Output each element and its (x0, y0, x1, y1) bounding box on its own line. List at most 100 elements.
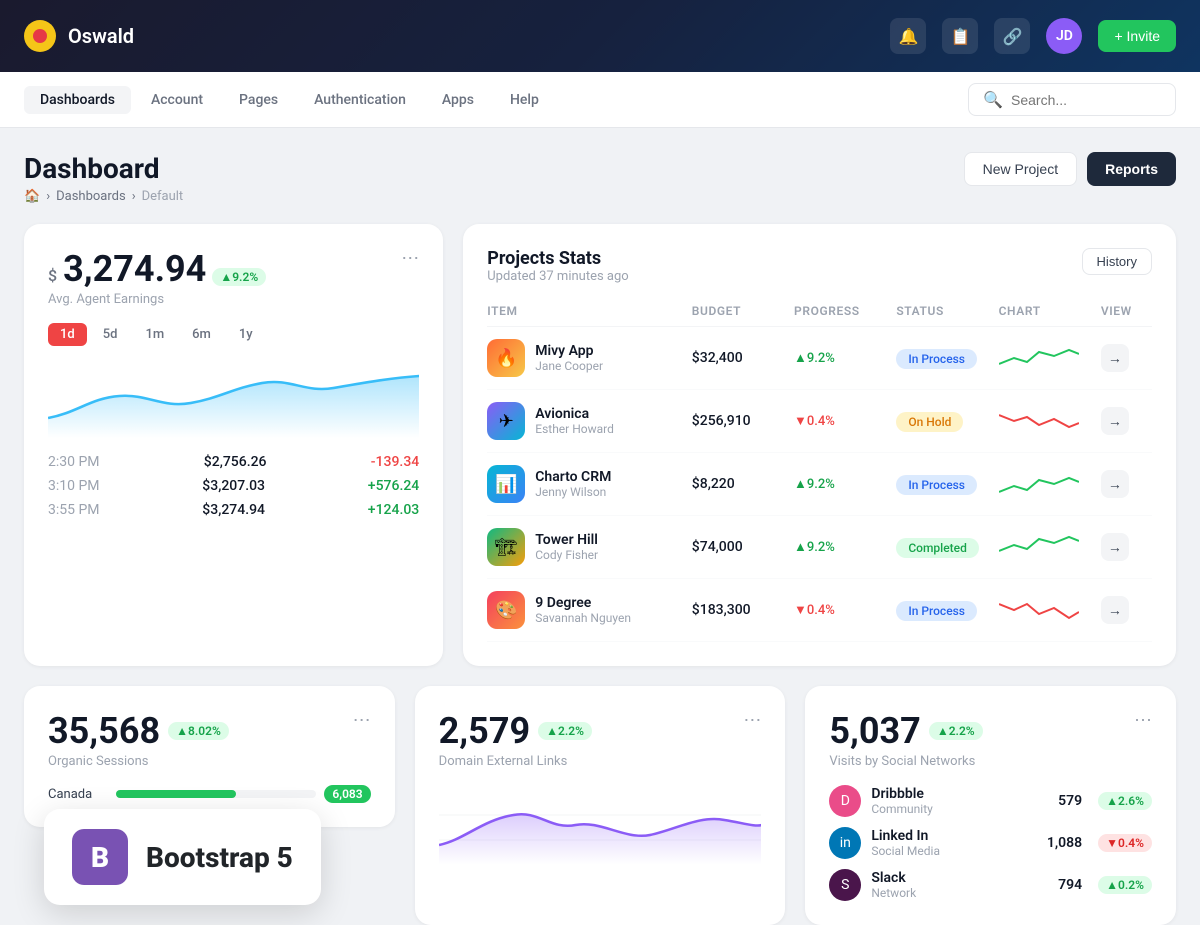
filter-1d[interactable]: 1d (48, 323, 87, 346)
project-name: Charto CRM (535, 469, 611, 485)
nav-item-account[interactable]: Account (135, 86, 219, 114)
clipboard-icon[interactable]: 📋 (942, 18, 978, 54)
filter-1y[interactable]: 1y (227, 323, 265, 346)
earnings-chart (48, 358, 419, 438)
reports-button[interactable]: Reports (1087, 152, 1176, 186)
links-count: 2,579 ▲2.2% (439, 710, 592, 752)
time-filters: 1d 5d 1m 6m 1y (48, 323, 419, 346)
project-info: 📊 Charto CRM Jenny Wilson (487, 465, 692, 503)
stat-rows: 2:30 PM $2,756.26 -139.34 3:10 PM $3,207… (48, 454, 419, 518)
project-name: 9 Degree (535, 595, 631, 611)
main-cards-grid: $ 3,274.94 ▲9.2% Avg. Agent Earnings ⋯ 1… (24, 224, 1176, 666)
project-budget: $8,220 (692, 476, 794, 492)
sessions-count: 35,568 ▲8.02% (48, 710, 229, 752)
project-status: On Hold (896, 412, 963, 432)
invite-button[interactable]: + Invite (1098, 20, 1176, 52)
linkedin-badge: ▼0.4% (1098, 834, 1152, 852)
earnings-card: $ 3,274.94 ▲9.2% Avg. Agent Earnings ⋯ 1… (24, 224, 443, 666)
stat-change: +576.24 (368, 478, 419, 494)
project-view-button[interactable]: → (1101, 470, 1129, 498)
project-budget: $256,910 (692, 413, 794, 429)
project-progress: ▲9.2% (794, 350, 896, 366)
nav-item-apps[interactable]: Apps (426, 86, 490, 114)
projects-subtitle: Updated 37 minutes ago (487, 269, 628, 284)
country-name: Canada (48, 787, 108, 802)
project-name: Mivy App (535, 343, 603, 359)
earnings-info: $ 3,274.94 ▲9.2% Avg. Agent Earnings (48, 248, 266, 307)
project-name: Avionica (535, 406, 614, 422)
links-chart (439, 785, 762, 865)
project-info: 🎨 9 Degree Savannah Nguyen (487, 591, 692, 629)
project-view-button[interactable]: → (1101, 407, 1129, 435)
linkedin-info: Linked In Social Media (871, 828, 1037, 858)
filter-6m[interactable]: 6m (180, 323, 223, 346)
share-icon[interactable]: 🔗 (994, 18, 1030, 54)
linkedin-icon: in (829, 827, 861, 859)
nav-item-help[interactable]: Help (494, 86, 555, 114)
stat-change: +124.03 (368, 502, 419, 518)
project-view-button[interactable]: → (1101, 533, 1129, 561)
search-box[interactable]: 🔍 (968, 83, 1176, 116)
main-content: Dashboard 🏠 › Dashboards › Default New P… (0, 128, 1200, 925)
project-chart (999, 470, 1101, 498)
project-details: Charto CRM Jenny Wilson (535, 469, 611, 499)
breadcrumb: 🏠 › Dashboards › Default (24, 189, 183, 204)
sessions-map: Canada 6,083 (48, 785, 371, 803)
slack-name: Slack (871, 870, 1048, 886)
project-owner: Cody Fisher (535, 548, 598, 562)
project-chart (999, 344, 1101, 372)
social-header: 5,037 ▲2.2% Visits by Social Networks ⋯ (829, 710, 1152, 769)
filter-1m[interactable]: 1m (133, 323, 176, 346)
project-chart (999, 407, 1101, 435)
earnings-subtitle: Avg. Agent Earnings (48, 292, 266, 307)
social-subtitle: Visits by Social Networks (829, 754, 982, 769)
bootstrap-logo-text: B (91, 841, 109, 874)
sessions-more-button[interactable]: ⋯ (353, 710, 371, 731)
col-chart: CHART (999, 304, 1101, 318)
earnings-header: $ 3,274.94 ▲9.2% Avg. Agent Earnings ⋯ (48, 248, 419, 307)
slack-type: Network (871, 886, 1048, 900)
page-title-area: Dashboard 🏠 › Dashboards › Default (24, 152, 183, 204)
project-status: In Process (896, 601, 977, 621)
sessions-badge: ▲8.02% (168, 722, 229, 740)
breadcrumb-default: Default (142, 189, 184, 204)
nav-item-dashboards[interactable]: Dashboards (24, 86, 131, 114)
project-thumb-tower: 🏗 (487, 528, 525, 566)
search-input[interactable] (1011, 92, 1161, 108)
project-owner: Jane Cooper (535, 359, 603, 373)
brand-area: Oswald (24, 20, 134, 52)
project-budget: $183,300 (692, 602, 794, 618)
project-row-avionica: ✈ Avionica Esther Howard $256,910 ▼0.4% … (487, 390, 1152, 453)
history-button[interactable]: History (1082, 248, 1152, 275)
project-thumb-mivy: 🔥 (487, 339, 525, 377)
filter-5d[interactable]: 5d (91, 323, 130, 346)
col-view: VIEW (1101, 304, 1152, 318)
project-status: Completed (896, 538, 979, 558)
earnings-more-button[interactable]: ⋯ (401, 248, 419, 269)
dribbble-count: 579 (1058, 793, 1082, 809)
breadcrumb-dashboards[interactable]: Dashboards (56, 189, 126, 204)
logo-inner-circle (33, 29, 47, 43)
nav-item-authentication[interactable]: Authentication (298, 86, 422, 114)
links-subtitle: Domain External Links (439, 754, 592, 769)
sessions-card: 35,568 ▲8.02% Organic Sessions ⋯ Canada … (24, 686, 395, 827)
stat-value: $3,274.94 (202, 502, 265, 518)
links-more-button[interactable]: ⋯ (743, 710, 761, 731)
social-more-button[interactable]: ⋯ (1134, 710, 1152, 731)
projects-header: Projects Stats Updated 37 minutes ago Hi… (487, 248, 1152, 284)
avatar[interactable]: JD (1046, 18, 1082, 54)
notification-icon[interactable]: 🔔 (890, 18, 926, 54)
projects-title: Projects Stats (487, 248, 628, 269)
project-view-button[interactable]: → (1101, 596, 1129, 624)
project-row-tower: 🏗 Tower Hill Cody Fisher $74,000 ▲9.2% C… (487, 516, 1152, 579)
project-status: In Process (896, 349, 977, 369)
project-view-button[interactable]: → (1101, 344, 1129, 372)
project-owner: Savannah Nguyen (535, 611, 631, 625)
social-info: 5,037 ▲2.2% Visits by Social Networks (829, 710, 982, 769)
project-row-9degree: 🎨 9 Degree Savannah Nguyen $183,300 ▼0.4… (487, 579, 1152, 642)
secondary-navigation: Dashboards Account Pages Authentication … (0, 72, 1200, 128)
col-item: ITEM (487, 304, 692, 318)
new-project-button[interactable]: New Project (964, 152, 1077, 186)
nav-item-pages[interactable]: Pages (223, 86, 294, 114)
project-owner: Esther Howard (535, 422, 614, 436)
